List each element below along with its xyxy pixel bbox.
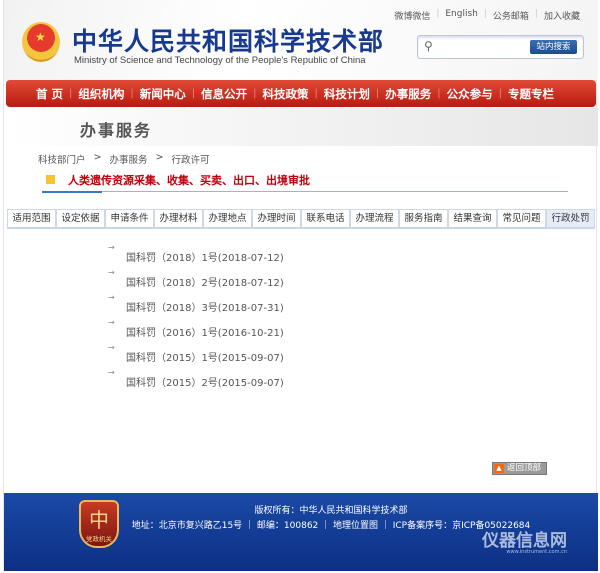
tab-conditions[interactable]: 申请条件	[105, 209, 154, 227]
title-underline	[42, 191, 102, 193]
breadcrumb-permit[interactable]: 行政许可	[171, 152, 209, 166]
list-item-link[interactable]: 国科罚（2018）1号(2018-07-12)	[126, 249, 284, 264]
search-icon: ⚲	[424, 39, 433, 53]
arrow-icon: →	[108, 293, 115, 302]
tab-location[interactable]: 办理地点	[203, 209, 252, 227]
nav-news[interactable]: 新闻中心	[134, 86, 192, 102]
square-bullet-icon	[46, 175, 55, 184]
english-link[interactable]: English	[445, 9, 478, 22]
nav-home[interactable]: 首 页	[30, 86, 69, 102]
tab-phone[interactable]: 联系电话	[301, 209, 350, 227]
back-to-top-label: 返回顶部	[507, 463, 542, 473]
breadcrumb-portal[interactable]: 科技部门户	[38, 152, 86, 166]
back-to-top-button[interactable]: ▲ 返回顶部	[492, 462, 547, 475]
mail-link[interactable]: 公务邮箱	[493, 9, 529, 22]
national-emblem-icon: ★	[22, 22, 60, 62]
arrow-icon: →	[108, 243, 115, 252]
tab-guide[interactable]: 服务指南	[399, 209, 448, 227]
tab-faq[interactable]: 常见问题	[497, 209, 546, 227]
tab-penalties[interactable]: 行政处罚	[546, 209, 595, 227]
arrow-icon: →	[108, 368, 115, 377]
arrow-up-icon: ▲	[494, 464, 504, 473]
document-title-text: 人类遗传资源采集、收集、买卖、出口、出境审批	[68, 174, 310, 187]
nav-policy[interactable]: 科技政策	[257, 86, 315, 102]
nav-info[interactable]: 信息公开	[195, 86, 253, 102]
list-item-link[interactable]: 国科罚（2016）1号(2016-10-21)	[126, 324, 284, 339]
section-banner: 办事服务	[4, 108, 598, 146]
page: ★ 中华人民共和国科学技术部 Ministry of Science and T…	[3, 0, 598, 573]
tab-process[interactable]: 办理流程	[350, 209, 399, 227]
favorite-link[interactable]: 加入收藏	[544, 9, 580, 22]
tab-bar: 适用范围 设定依据 申请条件 办理材料 办理地点 办理时间 联系电话 办理流程 …	[7, 209, 595, 229]
nav-topics[interactable]: 专题专栏	[502, 86, 560, 102]
arrow-icon: →	[108, 318, 115, 327]
footer: 中党政机关 版权所有：中华人民共和国科学技术部 地址：北京市复兴路乙15号 ｜ …	[4, 493, 598, 571]
list-item-link[interactable]: 国科罚（2015）2号(2015-09-07)	[126, 374, 284, 389]
section-title: 办事服务	[80, 121, 153, 140]
tab-hours[interactable]: 办理时间	[252, 209, 301, 227]
breadcrumb-separator: >	[93, 152, 102, 163]
tab-basis[interactable]: 设定依据	[56, 209, 105, 227]
list-item-link[interactable]: 国科罚（2018）3号(2018-07-31)	[126, 299, 284, 314]
main-nav: 首 页 | 组织机构 | 新闻中心 | 信息公开 | 科技政策 | 科技计划 | 办事服务 |…	[6, 80, 596, 107]
badge-label: 党政机关	[86, 535, 112, 543]
weibo-weixin-link[interactable]: 微博微信	[394, 9, 430, 22]
site-title[interactable]: 中华人民共和国科学技术部	[72, 22, 384, 58]
arrow-icon: →	[108, 343, 115, 352]
watermark: 仪器信息网 www.instrument.com.cn	[482, 526, 567, 555]
search-button[interactable]: 站内搜索	[530, 40, 577, 54]
top-links: 微博微信 | English | 公务邮箱 | 加入收藏	[394, 9, 580, 22]
site-title-en: Ministry of Science and Technology of th…	[74, 55, 366, 66]
nav-organization[interactable]: 组织机构	[72, 86, 130, 102]
arrow-icon: →	[108, 268, 115, 277]
tab-results[interactable]: 结果查询	[448, 209, 497, 227]
footer-copyright: 版权所有：中华人民共和国科学技术部	[254, 506, 408, 516]
watermark-text: 仪器信息网	[482, 531, 567, 551]
nav-plans[interactable]: 科技计划	[318, 86, 376, 102]
list-item-link[interactable]: 国科罚（2015）1号(2015-09-07)	[126, 349, 284, 364]
breadcrumb-services[interactable]: 办事服务	[109, 152, 147, 166]
nav-public[interactable]: 公众参与	[441, 86, 499, 102]
nav-services[interactable]: 办事服务	[379, 86, 437, 102]
breadcrumb: 科技部门户 > 办事服务 > 行政许可	[38, 152, 209, 166]
list-item-link[interactable]: 国科罚（2018）2号(2018-07-12)	[126, 274, 284, 289]
search-box[interactable]: ⚲ 站内搜索	[417, 35, 584, 59]
tab-materials[interactable]: 办理材料	[154, 209, 203, 227]
document-title: 人类遗传资源采集、收集、买卖、出口、出境审批	[42, 172, 568, 193]
breadcrumb-separator: >	[155, 152, 164, 163]
tab-scope[interactable]: 适用范围	[7, 209, 56, 227]
header: ★ 中华人民共和国科学技术部 Ministry of Science and T…	[4, 0, 598, 80]
